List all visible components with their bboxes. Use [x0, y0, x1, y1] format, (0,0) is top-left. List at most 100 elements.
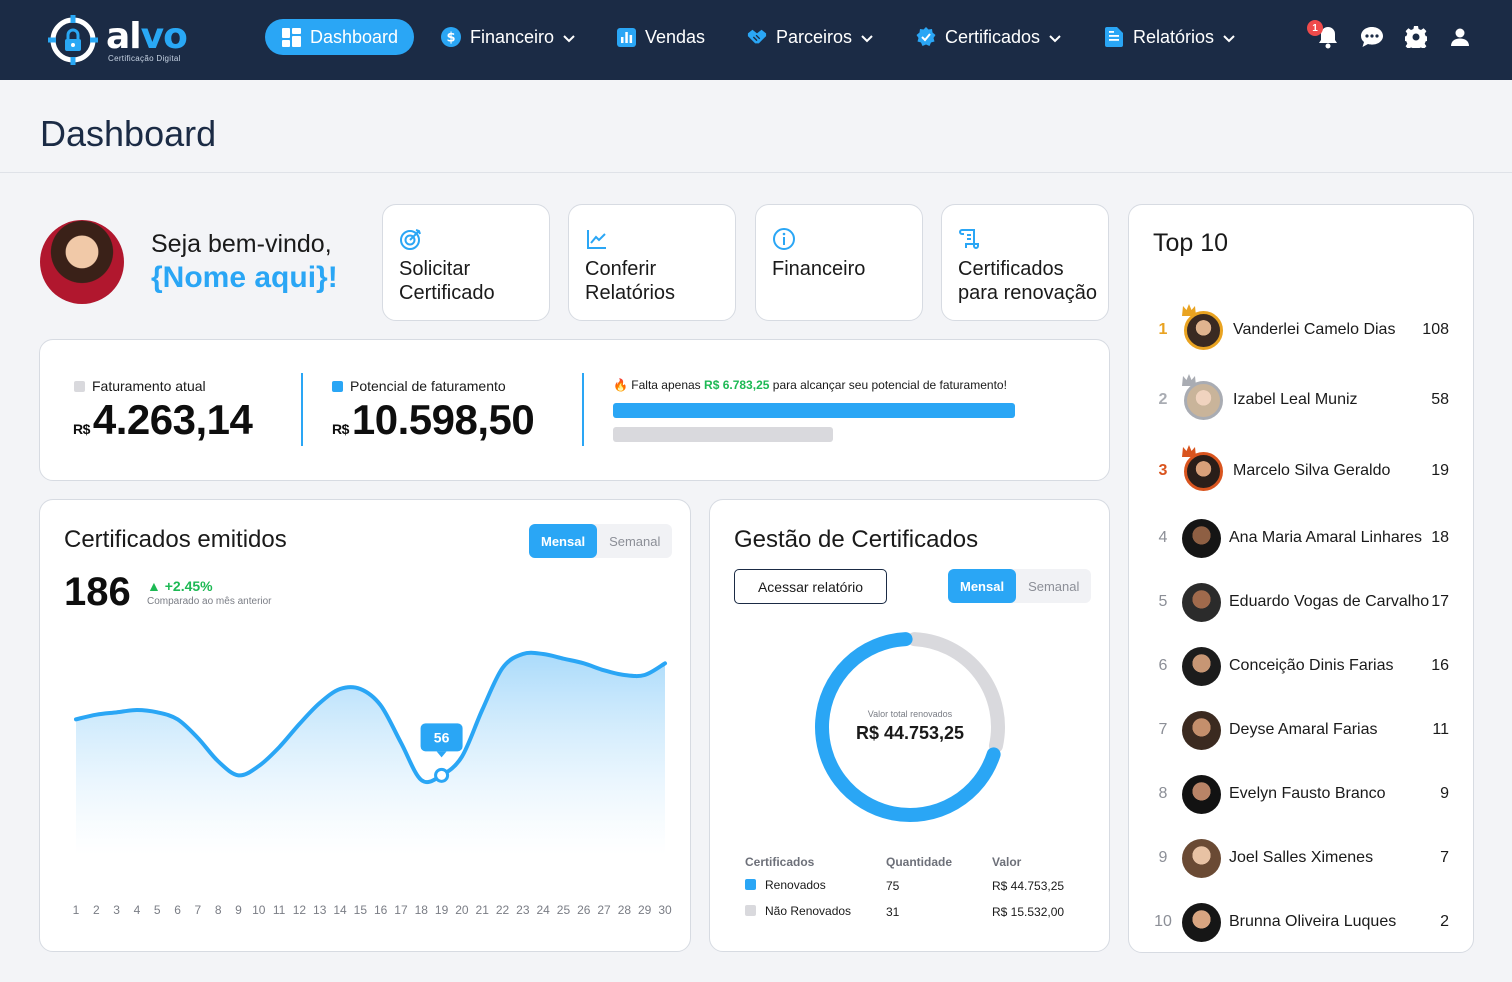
chevron-down-icon — [1223, 27, 1235, 48]
ranking-row[interactable]: 5 Eduardo Vogas de Carvalho 17 — [1129, 581, 1473, 625]
scroll-icon — [958, 227, 982, 251]
seller-avatar — [1182, 711, 1221, 750]
top10-card: Top 10 1 Vanderlei Camelo Dias 108 2 Izabel … — [1128, 204, 1474, 953]
quick-action-label: Conferir Relatórios — [585, 258, 676, 304]
settings-button[interactable] — [1403, 25, 1429, 53]
document-icon — [1104, 27, 1124, 47]
ranking-row[interactable]: 10 Brunna Oliveira Luques 2 — [1129, 901, 1473, 945]
rank-number: 4 — [1158, 529, 1168, 546]
area-fill — [76, 652, 665, 855]
legend-swatch-not-renewed — [745, 905, 756, 916]
seller-name: Eduardo Vogas de Carvalho — [1229, 593, 1430, 610]
seller-avatar — [1182, 583, 1221, 622]
ranking-row[interactable]: 1 Vanderlei Camelo Dias 108 — [1129, 304, 1473, 353]
x-tick-label: 27 — [597, 903, 611, 917]
potential-progress-bar — [613, 403, 1015, 418]
legend-not-renewed-name: Não Renovados — [765, 904, 852, 918]
seller-avatar — [1182, 839, 1221, 878]
x-tick-label: 5 — [154, 903, 161, 917]
seller-name: Conceição Dinis Farias — [1229, 657, 1394, 674]
current-revenue-label: Faturamento atual — [74, 378, 206, 394]
highlight-point[interactable] — [434, 767, 450, 783]
dollar-icon: $ — [441, 27, 461, 47]
notifications-button[interactable]: 1 — [1307, 20, 1341, 52]
crown-icon — [1182, 304, 1196, 316]
ranking-row[interactable]: 3 Marcelo Silva Geraldo 19 — [1129, 445, 1473, 494]
x-tick-label: 9 — [235, 903, 242, 917]
ranking-row[interactable]: 9 Joel Salles Ximenes 7 — [1129, 837, 1473, 881]
x-tick-label: 7 — [195, 903, 202, 917]
notification-count-badge: 1 — [1307, 20, 1323, 36]
quick-action-renewal-certificates[interactable]: Certificados para renovação — [941, 204, 1109, 321]
seller-score: 2 — [1440, 913, 1449, 930]
seller-score: 16 — [1431, 657, 1449, 674]
tooltip-pointer — [436, 751, 447, 758]
nav-dashboard[interactable]: Dashboard — [265, 19, 415, 55]
seller-score: 18 — [1431, 529, 1449, 546]
fire-icon: 🔥 — [613, 378, 628, 392]
seller-name: Marcelo Silva Geraldo — [1233, 462, 1391, 479]
ranking-row[interactable]: 8 Evelyn Fausto Branco 9 — [1129, 773, 1473, 817]
legend-swatch-gray — [74, 380, 85, 392]
ranking-row[interactable]: 7 Deyse Amaral Farias 11 — [1129, 709, 1473, 753]
x-tick-label: 22 — [496, 903, 510, 917]
ranking-row[interactable]: 2 Izabel Leal Muniz 58 — [1129, 374, 1473, 423]
x-tick-label: 13 — [313, 903, 327, 917]
quick-action-request-certificate[interactable]: Solicitar Certificado — [382, 204, 550, 321]
x-tick-label: 6 — [174, 903, 181, 917]
nav-dashboard-label: Dashboard — [310, 26, 399, 47]
chevron-down-icon — [563, 27, 575, 48]
seller-score: 19 — [1431, 462, 1449, 479]
seller-name: Deyse Amaral Farias — [1229, 721, 1378, 738]
current-revenue-value: R$4.263,14 — [73, 396, 253, 443]
x-tick-label: 1 — [73, 903, 80, 917]
x-tick-label: 21 — [476, 903, 490, 917]
x-tick-label: 16 — [374, 903, 388, 917]
nav-certificados-label: Certificados — [945, 26, 1041, 47]
brand-logo[interactable]: alvo Certificação Digital — [44, 12, 194, 68]
nav-vendas[interactable]: Vendas — [616, 19, 705, 55]
rank-number: 1 — [1158, 321, 1168, 338]
divider — [582, 373, 584, 446]
page-header: Dashboard — [0, 80, 1512, 173]
messages-button[interactable] — [1359, 26, 1385, 52]
seller-avatar — [1182, 775, 1221, 814]
seller-avatar — [1182, 519, 1221, 558]
profile-button[interactable] — [1447, 26, 1473, 52]
ranking-row[interactable]: 4 Ana Maria Amaral Linhares 18 — [1129, 517, 1473, 561]
x-tick-label: 17 — [394, 903, 408, 917]
legend-not-renewed-value: R$ 15.532,00 — [992, 905, 1065, 919]
seller-score: 17 — [1431, 593, 1449, 610]
seller-score: 9 — [1440, 785, 1449, 802]
nav-certificados[interactable]: Certificados — [916, 19, 1061, 55]
issued-area-chart: 1 2 3 4 5 6 7 8 9 10 11 12 13 14 15 16 17 18 19 20 21 22 23 24 2… — [73, 650, 672, 917]
gear-icon — [1403, 25, 1429, 53]
nav-financeiro-label: Financeiro — [470, 26, 555, 47]
seller-name: Ana Maria Amaral Linhares — [1229, 529, 1422, 546]
potential-revenue-value: R$10.598,50 — [332, 396, 535, 443]
quick-action-financial[interactable]: Financeiro — [755, 204, 923, 321]
quick-action-check-reports[interactable]: Conferir Relatórios — [568, 204, 736, 321]
rank-number: 2 — [1158, 391, 1168, 408]
seller-avatar — [1182, 903, 1221, 942]
x-tick-label: 30 — [658, 903, 672, 917]
x-tick-label: 29 — [638, 903, 652, 917]
rank-number: 3 — [1158, 462, 1168, 479]
legend-header-certificates: Certificados — [745, 855, 815, 869]
target-icon — [399, 227, 423, 251]
seller-avatar — [1182, 647, 1221, 686]
nav-financeiro[interactable]: $ Financeiro — [441, 19, 575, 55]
donut-center-value: R$ 44.753,25 — [855, 723, 965, 743]
x-tick-label: 2 — [93, 903, 100, 917]
x-tick-label: 18 — [415, 903, 429, 917]
rank-number: 8 — [1158, 785, 1168, 802]
legend-renewed-qty: 75 — [886, 879, 900, 893]
nav-relatorios[interactable]: Relatórios — [1104, 19, 1235, 55]
legend-swatch-renewed — [745, 879, 756, 890]
nav-parceiros[interactable]: Parceiros — [747, 19, 873, 55]
seller-score: 108 — [1422, 321, 1449, 338]
seller-score: 11 — [1432, 721, 1449, 738]
ranking-row[interactable]: 6 Conceição Dinis Farias 16 — [1129, 645, 1473, 689]
x-tick-label: 19 — [435, 903, 449, 917]
welcome-username: {Nome aqui}! — [151, 261, 338, 294]
